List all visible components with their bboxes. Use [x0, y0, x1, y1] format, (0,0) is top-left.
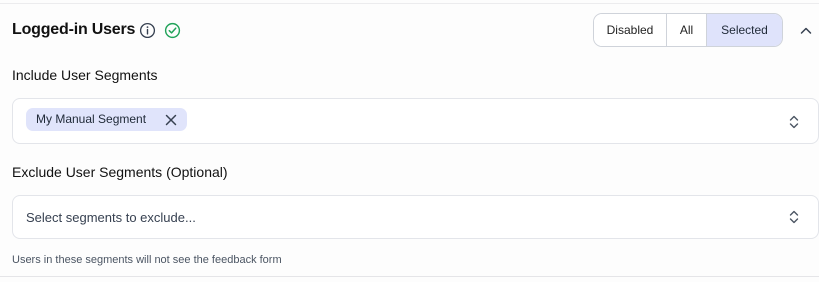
- visibility-segmented-control: Disabled All Selected: [593, 13, 783, 47]
- visibility-option-disabled[interactable]: Disabled: [594, 14, 667, 46]
- chevron-up-icon[interactable]: [799, 24, 813, 38]
- close-icon[interactable]: [165, 114, 177, 126]
- exclude-segments-hint: Users in these segments will not see the…: [12, 254, 282, 266]
- visibility-option-all[interactable]: All: [667, 14, 707, 46]
- visibility-option-selected[interactable]: Selected: [707, 14, 782, 46]
- chevron-up-down-icon: [789, 115, 799, 129]
- section-top-divider: [0, 3, 819, 4]
- chevron-up-down-icon: [789, 210, 799, 224]
- exclude-segments-select[interactable]: Select segments to exclude...: [12, 195, 819, 239]
- include-segments-label: Include User Segments: [12, 67, 158, 83]
- segment-chip: My Manual Segment: [26, 108, 188, 131]
- section-bottom-divider: [0, 276, 819, 277]
- segment-chip-label: My Manual Segment: [36, 112, 147, 126]
- exclude-segments-placeholder: Select segments to exclude...: [26, 210, 196, 225]
- include-segments-select[interactable]: My Manual Segment: [12, 98, 819, 144]
- check-circle-icon: [164, 22, 181, 39]
- section-title: Logged-in Users: [12, 21, 136, 38]
- logged-in-users-section: Logged-in Users Disabled All Selected In…: [0, 0, 819, 282]
- info-icon[interactable]: [139, 22, 156, 39]
- exclude-segments-label: Exclude User Segments (Optional): [12, 164, 228, 180]
